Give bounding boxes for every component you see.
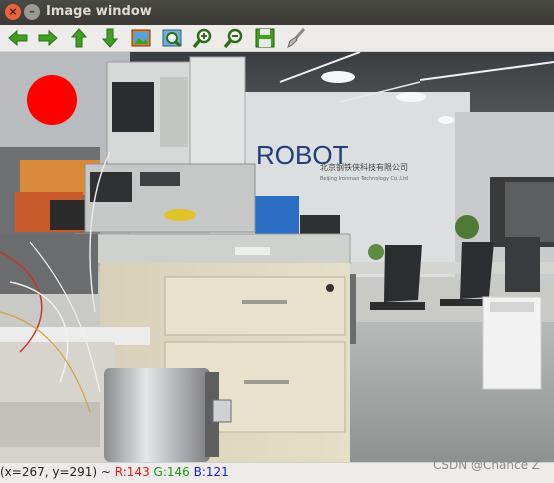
status-coordinates: (x=267, y=291) ~	[0, 465, 115, 479]
window-title: Image window	[46, 4, 152, 19]
toolbar	[0, 25, 554, 52]
status-blue-value: B:121	[193, 465, 229, 479]
office-photo: ROBOT 北京钢铁侠科技有限公司 Beijing Ironman Techno…	[0, 52, 554, 462]
arrow-down-icon	[101, 28, 119, 48]
pan-down-button[interactable]	[98, 26, 122, 50]
wall-company-cn: 北京钢铁侠科技有限公司	[320, 162, 408, 172]
arrow-up-icon	[70, 28, 88, 48]
zoom-in-icon	[192, 28, 212, 49]
red-marker	[27, 75, 77, 125]
watermark: CSDN @Chance Z	[433, 458, 540, 472]
status-green-value: G:146	[153, 465, 190, 479]
save-icon	[255, 28, 275, 48]
arrow-right-icon	[38, 29, 58, 47]
zoom-original-button[interactable]	[160, 26, 184, 50]
title-bar: × – Image window	[0, 0, 554, 25]
zoom-original-icon	[162, 29, 182, 48]
properties-button[interactable]	[284, 26, 308, 50]
zoom-to-fit-button[interactable]	[129, 26, 153, 50]
status-red-value: R:143	[114, 465, 150, 479]
zoom-out-icon	[223, 28, 243, 49]
image-canvas[interactable]: ROBOT 北京钢铁侠科技有限公司 Beijing Ironman Techno…	[0, 52, 554, 462]
pan-left-button[interactable]	[6, 26, 30, 50]
arrow-left-icon	[8, 29, 28, 47]
zoom-in-button[interactable]	[191, 26, 215, 50]
wall-company-en: Beijing Ironman Technology Co.,Ltd	[320, 176, 408, 182]
zoom-out-button[interactable]	[222, 26, 246, 50]
save-button[interactable]	[253, 26, 277, 50]
brush-icon	[287, 28, 306, 48]
pan-up-button[interactable]	[67, 26, 91, 50]
close-button[interactable]: ×	[5, 4, 21, 20]
minimize-button[interactable]: –	[24, 4, 40, 20]
image-icon	[131, 29, 151, 47]
pan-right-button[interactable]	[36, 26, 60, 50]
